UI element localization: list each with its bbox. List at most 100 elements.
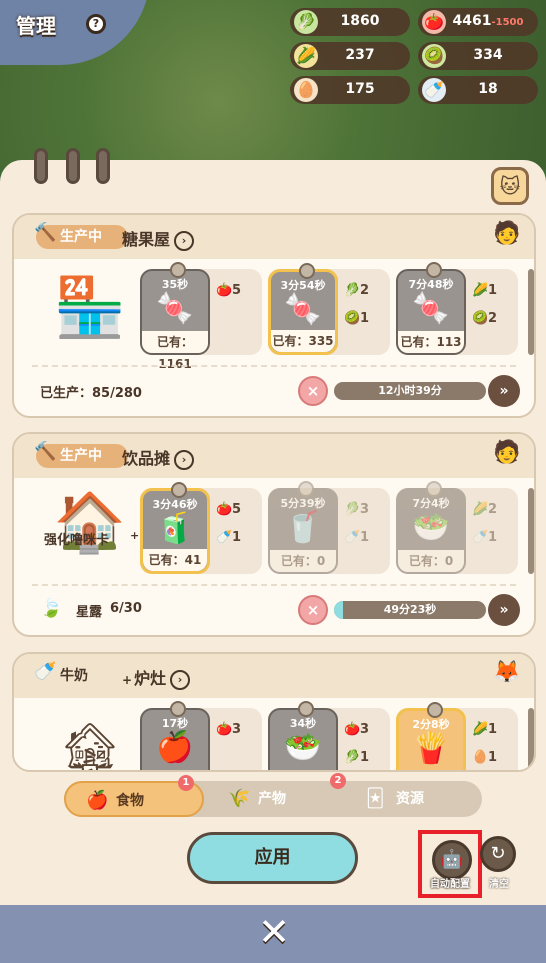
- product-slot-locked[interactable]: 7分4秒 🥗 已有：0 🌽2 🍼1: [396, 481, 518, 574]
- candy-icon: 🍬: [412, 291, 450, 326]
- product-slot[interactable]: 17秒 🍎 🍅3: [140, 701, 262, 770]
- ingredient-qty: 1: [488, 530, 498, 545]
- product-slot[interactable]: 2分8秒 🍟 🌽1 🥚1: [396, 702, 518, 770]
- binder-ring: [96, 148, 110, 184]
- owned-count: 已有：113: [398, 331, 464, 353]
- scroll-edge[interactable]: [528, 708, 534, 770]
- ingredient: 🍅3: [216, 722, 248, 737]
- ingredient: 🍼1: [344, 530, 376, 545]
- product-slot[interactable]: 3分46秒 🧃 已有：41 🍅5 🍼1: [140, 482, 262, 574]
- cancel-production-button[interactable]: ×: [298, 595, 328, 625]
- hammer-icon: 🔨: [34, 441, 57, 462]
- product-time: 35秒: [161, 278, 189, 291]
- product-slot[interactable]: 7分48秒 🍬 已有：113 🌽1 🥝2: [396, 262, 518, 355]
- resource-deduction: -1500: [491, 17, 524, 28]
- tab-products[interactable]: 🌾 产物 2: [220, 773, 350, 817]
- tab-resources[interactable]: 🃏 资源: [360, 781, 470, 817]
- fast-forward-button[interactable]: »: [488, 375, 520, 407]
- resource-value: 237: [345, 47, 375, 63]
- product-time: 17秒: [161, 717, 189, 730]
- ingredient: 🍼1: [216, 530, 248, 545]
- ingredient-qty: 2: [360, 283, 370, 298]
- building-name[interactable]: 糖果屋 ›: [122, 226, 195, 251]
- divider: [32, 365, 516, 367]
- status-badge: 🍼 牛奶: [34, 661, 128, 688]
- ingredient: 🥚1: [472, 750, 504, 765]
- product-tile[interactable]: 34秒 🥗: [268, 701, 338, 770]
- product-tile[interactable]: 7分48秒 🍬 已有：113: [396, 262, 466, 355]
- resource-value: 4461-1500: [448, 13, 528, 29]
- clear-button[interactable]: ↻ 清空: [480, 836, 518, 892]
- resource-value-main: 4461: [452, 13, 492, 29]
- cancel-production-button[interactable]: ×: [298, 376, 328, 406]
- binder-ring: [34, 148, 48, 184]
- owned-count: 已有：41: [143, 549, 207, 571]
- building-card-stove: 🍼 牛奶 + 炉灶 › 🦊 🏚 17秒 🍎 🍅3 34秒 🥗 🍅3 🥬1 2分8秒 🍟…: [12, 652, 536, 772]
- worker-avatar-icon[interactable]: 🧑: [492, 221, 522, 251]
- resource-corn: 🌽 237: [290, 42, 410, 70]
- salad-icon: 🥗: [412, 510, 450, 545]
- egg-icon: 🥚: [472, 750, 489, 765]
- close-icon[interactable]: ✕: [254, 912, 294, 952]
- apply-button[interactable]: 应用: [187, 832, 358, 884]
- product-time: 3分54秒: [280, 279, 326, 292]
- ingredient-qty: 3: [360, 722, 370, 737]
- tomato-icon: 🍅: [344, 722, 361, 737]
- drink-icon: 🥤: [284, 510, 322, 545]
- product-slot[interactable]: 34秒 🥗 🍅3 🥬1: [268, 701, 390, 770]
- tomato-icon: 🍅: [216, 502, 233, 517]
- product-time: 7分4秒: [412, 497, 450, 510]
- tab-food[interactable]: 🍎 食物 1: [64, 775, 204, 817]
- scroll-edge[interactable]: [528, 488, 534, 574]
- product-tile[interactable]: 17秒 🍎: [140, 701, 210, 770]
- salad-icon: 🥗: [284, 730, 322, 765]
- progress-fill: [334, 601, 344, 619]
- building-name[interactable]: 饮品摊 ›: [122, 445, 195, 470]
- resource-milk: 🍼 18: [418, 76, 538, 104]
- product-tile[interactable]: 35秒 🍬 已有：1161: [140, 262, 210, 371]
- tomato-icon: 🍅: [422, 10, 446, 34]
- star-dew-icon: 🍃: [40, 598, 63, 619]
- fries-icon: 🍟: [412, 731, 450, 766]
- milk-bottle-icon: 🍼: [344, 530, 361, 545]
- product-slot[interactable]: 3分54秒 🍬 已有：335 🥬2 🥝1: [268, 263, 390, 355]
- product-slot[interactable]: 35秒 🍬 已有：1161 🍅5: [140, 262, 262, 371]
- boost-card-label: 强化噜咪卡: [44, 533, 110, 548]
- chevron-right-icon[interactable]: ›: [174, 449, 195, 470]
- worker-avatar-icon[interactable]: 🧑: [492, 440, 522, 470]
- status-plus: +: [122, 673, 133, 687]
- product-tile-selected[interactable]: 2分8秒 🍟: [396, 702, 466, 770]
- building-card-candy-house: 🔨 生产中 糖果屋 › 🧑 🏪 35秒 🍬 已有：1161 🍅5 3分54秒 🍬 已…: [12, 213, 536, 418]
- product-slot-locked[interactable]: 5分39秒 🥤 已有：0 🥬3 🍼1: [268, 481, 390, 574]
- produced-count: 已生产：85/280: [40, 386, 142, 401]
- resource-value: 18: [478, 81, 498, 97]
- resource-tomato: 🍅 4461-1500: [418, 8, 538, 36]
- ingredient: 🍼1: [472, 530, 504, 545]
- building-name[interactable]: + 炉灶 ›: [122, 665, 191, 690]
- resource-lettuce: 🥬 1860: [290, 8, 410, 36]
- chevron-right-icon[interactable]: ›: [170, 669, 191, 690]
- kiwi-icon: 🥝: [472, 311, 489, 326]
- hammer-icon: 🔨: [34, 222, 57, 243]
- ingredient: 🥬3: [344, 502, 376, 517]
- owned-count: 已有：1161: [142, 331, 208, 371]
- auto-config-button[interactable]: 🤖 自动配置: [418, 830, 482, 898]
- milk-bottle-icon: 🍼: [216, 530, 233, 545]
- refresh-icon: ↻: [480, 836, 516, 872]
- ingredient: 🌽1: [472, 283, 504, 298]
- ingredient: 🌽2: [472, 502, 504, 517]
- chef-avatar-icon[interactable]: 🦊: [492, 660, 522, 690]
- help-icon[interactable]: ?: [86, 14, 106, 34]
- cat-avatar-icon[interactable]: 🐱: [491, 167, 529, 205]
- product-tile-selected[interactable]: 3分54秒 🍬 已有：335: [268, 263, 338, 355]
- product-tile-selected[interactable]: 3分46秒 🧃 已有：41: [140, 482, 210, 574]
- milk-bottle-icon: 🍼: [422, 78, 446, 102]
- fast-forward-button[interactable]: »: [488, 594, 520, 626]
- product-tile-locked[interactable]: 5分39秒 🥤 已有：0: [268, 481, 338, 574]
- ingredient-qty: 1: [360, 530, 370, 545]
- product-tile-locked[interactable]: 7分4秒 🥗 已有：0: [396, 481, 466, 574]
- chevron-right-icon[interactable]: ›: [174, 230, 195, 251]
- corn-icon: 🌽: [294, 44, 318, 68]
- production-timer: 49分23秒: [383, 603, 437, 616]
- scroll-edge[interactable]: [528, 269, 534, 355]
